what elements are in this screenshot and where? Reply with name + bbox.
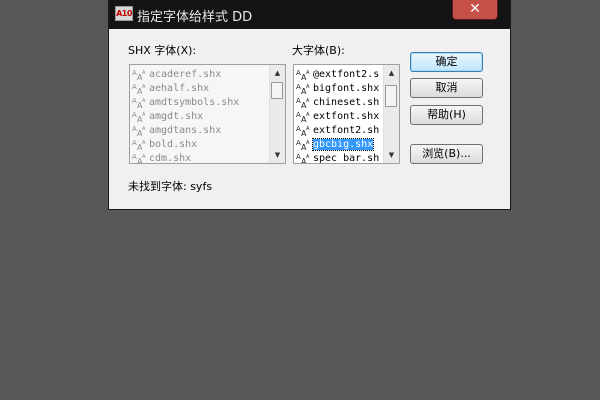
shx-font-icon: AAA bbox=[132, 96, 146, 110]
shx-font-icon: AAA bbox=[296, 138, 310, 152]
svg-text:A: A bbox=[306, 70, 310, 76]
font-list-item-label: amgdt.shx bbox=[149, 111, 204, 122]
font-not-found-message: 未找到字体: syfs bbox=[128, 180, 213, 193]
shx-font-label: SHX 字体(X): bbox=[128, 44, 197, 57]
font-list-item-label: spec_bar.sh bbox=[313, 153, 380, 164]
svg-text:A: A bbox=[142, 126, 146, 132]
svg-text:A: A bbox=[142, 112, 146, 118]
browse-button[interactable]: 浏览(B)... bbox=[410, 144, 483, 164]
font-list-item-label: extfont.shx bbox=[313, 111, 380, 122]
font-list-item-label: chineset.sh bbox=[313, 97, 380, 108]
svg-text:A: A bbox=[306, 126, 310, 132]
svg-text:A: A bbox=[306, 140, 310, 146]
close-button[interactable]: ✕ bbox=[452, 0, 498, 20]
font-list-item-label: bigfont.shx bbox=[313, 83, 380, 94]
svg-text:A: A bbox=[142, 140, 146, 146]
font-list-item-label: amdtsymbols.shx bbox=[149, 97, 240, 108]
font-list-item[interactable]: A A Abigfont.shx bbox=[296, 82, 379, 96]
shx-font-icon: AAA bbox=[296, 82, 310, 96]
scroll-down-arrow-icon[interactable]: ▼ bbox=[270, 148, 285, 162]
font-list-item-label: @extfont2.s bbox=[313, 69, 380, 80]
font-list-item[interactable]: A A Achineset.sh bbox=[296, 96, 379, 110]
font-list-item-label: bold.shx bbox=[149, 139, 198, 150]
shx-font-icon: AAA bbox=[132, 68, 146, 82]
svg-text:A: A bbox=[306, 98, 310, 104]
font-list-item[interactable]: A A Acdm.shx bbox=[132, 152, 192, 164]
shx-font-icon: AAA bbox=[296, 110, 310, 124]
scroll-down-arrow-icon[interactable]: ▼ bbox=[384, 148, 399, 162]
svg-text:A: A bbox=[142, 154, 146, 160]
scroll-up-arrow-icon[interactable]: ▲ bbox=[270, 66, 285, 80]
cancel-button[interactable]: 取消 bbox=[410, 78, 483, 98]
scroll-up-arrow-icon[interactable]: ▲ bbox=[384, 66, 399, 80]
font-assign-dialog: A10 指定字体给样式 DD ✕ SHX 字体(X): ▲ ▼ A A Aacade… bbox=[109, 0, 510, 209]
shx-font-icon: AAA bbox=[132, 110, 146, 124]
font-list-item-label: aehalf.shx bbox=[149, 83, 210, 94]
shx-font-scrollbar[interactable]: ▲ ▼ bbox=[269, 65, 285, 163]
shx-font-icon: AAA bbox=[132, 124, 146, 138]
svg-text:A: A bbox=[306, 84, 310, 90]
dialog-content: SHX 字体(X): ▲ ▼ A A Aacaderef.shx A A Aaehalf.… bbox=[116, 29, 503, 206]
shx-font-icon: AAA bbox=[296, 124, 310, 138]
scroll-thumb[interactable] bbox=[385, 85, 397, 107]
font-list-item-label: acaderef.shx bbox=[149, 69, 222, 80]
shx-font-icon: AAA bbox=[132, 82, 146, 96]
big-font-list[interactable]: ▲ ▼ A A A @extfont2.s A A Abigfont.shx A A Achine… bbox=[293, 64, 400, 164]
font-list-item[interactable]: A A Aextfont.shx bbox=[296, 110, 379, 124]
font-list-item[interactable]: A A Aamgdt.shx bbox=[132, 110, 203, 124]
big-font-scrollbar[interactable]: ▲ ▼ bbox=[383, 65, 399, 163]
font-list-item[interactable]: A A Aacaderef.shx bbox=[132, 68, 221, 82]
dialog-title: 指定字体给样式 DD bbox=[137, 10, 253, 25]
svg-text:A: A bbox=[306, 154, 310, 160]
font-list-item[interactable]: A A Aamgdtans.shx bbox=[132, 124, 221, 138]
font-list-item-label: gbcbig.shx bbox=[311, 138, 375, 151]
font-list-item[interactable]: A A Agbcbig.shx bbox=[296, 138, 375, 152]
font-list-item[interactable]: A A Aextfont2.sh bbox=[296, 124, 379, 138]
svg-text:A: A bbox=[142, 70, 146, 76]
font-list-item[interactable]: A A Aamdtsymbols.shx bbox=[132, 96, 239, 110]
scroll-thumb[interactable] bbox=[271, 82, 283, 99]
shx-font-icon: AAA bbox=[132, 152, 146, 163]
shx-font-icon: AAA bbox=[132, 138, 146, 152]
app-logo-icon: A10 bbox=[115, 6, 133, 21]
title-bar[interactable]: A10 指定字体给样式 DD ✕ bbox=[109, 0, 510, 29]
shx-font-icon: AAA bbox=[296, 96, 310, 110]
shx-font-list[interactable]: ▲ ▼ A A Aacaderef.shx A A Aaehalf.shx A A Aamdts… bbox=[129, 64, 286, 164]
font-list-item[interactable]: A A Aspec_bar.sh bbox=[296, 152, 380, 164]
font-list-item[interactable]: A A A @extfont2.s bbox=[296, 68, 379, 82]
big-font-label: 大字体(B): bbox=[292, 44, 345, 57]
help-button[interactable]: 帮助(H) bbox=[410, 105, 483, 125]
svg-text:A: A bbox=[142, 84, 146, 90]
font-list-item-label: amgdtans.shx bbox=[149, 125, 222, 136]
font-list-item-label: extfont2.sh bbox=[313, 125, 380, 136]
ok-button[interactable]: 确定 bbox=[410, 52, 483, 72]
shx-font-icon: AAA bbox=[296, 152, 310, 163]
shx-font-icon: AAA bbox=[296, 68, 310, 82]
font-list-item[interactable]: A A Aaehalf.shx bbox=[132, 82, 209, 96]
svg-text:A: A bbox=[306, 112, 310, 118]
svg-text:A: A bbox=[142, 98, 146, 104]
font-list-item-label: cdm.shx bbox=[149, 153, 192, 164]
font-list-item[interactable]: A A Abold.shx bbox=[132, 138, 197, 152]
